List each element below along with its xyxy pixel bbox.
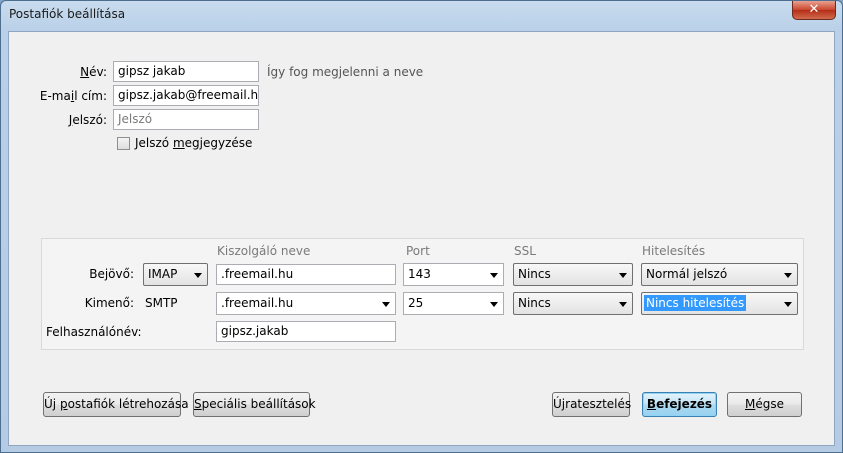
new-account-button[interactable]: Új postafiók létrehozása bbox=[43, 392, 189, 417]
title-bar[interactable]: Postafiók beállítása ✕ bbox=[1, 1, 842, 31]
account-setup-dialog: Postafiók beállítása ✕ Név: gipsz jakab … bbox=[0, 0, 843, 453]
password-label: Jelszó: bbox=[19, 113, 107, 127]
incoming-label: Bejövő: bbox=[89, 267, 134, 281]
new-account-label-pre: Új bbox=[44, 397, 60, 411]
done-label-post: efejezés bbox=[656, 397, 713, 411]
name-label-accel: N bbox=[80, 65, 90, 79]
outgoing-ssl-value: Nincs bbox=[518, 296, 551, 310]
incoming-ssl-value: Nincs bbox=[518, 267, 551, 281]
close-icon: ✕ bbox=[808, 2, 820, 17]
done-button[interactable]: Befejezés bbox=[642, 392, 717, 417]
outgoing-hostname-value: .freemail.hu bbox=[221, 296, 294, 310]
chevron-down-icon bbox=[382, 302, 390, 307]
cancel-label-post: égse bbox=[755, 397, 784, 411]
port-header: Port bbox=[406, 244, 430, 258]
done-label-accel: B bbox=[646, 397, 657, 411]
name-label: Név: bbox=[19, 65, 107, 79]
retest-label-post: ratesztelés bbox=[565, 397, 632, 411]
new-account-label-accel: p bbox=[59, 397, 68, 411]
incoming-protocol-select[interactable]: IMAP bbox=[143, 263, 208, 286]
outgoing-protocol-text: SMTP bbox=[145, 296, 178, 310]
retest-button[interactable]: Újratesztelés bbox=[552, 392, 632, 417]
window-title: Postafiók beállítása bbox=[9, 7, 126, 21]
advanced-label-post: peciális beállítások bbox=[201, 397, 316, 411]
advanced-label-accel: S bbox=[194, 397, 202, 411]
cancel-button[interactable]: Mégse bbox=[727, 392, 802, 417]
outgoing-label: Kimenő: bbox=[84, 296, 134, 310]
outgoing-port-combo[interactable]: 25 bbox=[403, 292, 504, 315]
incoming-auth-select[interactable]: Normál jelszó bbox=[641, 263, 798, 286]
email-label-pre: E-ma bbox=[39, 89, 71, 103]
name-input[interactable]: gipsz jakab bbox=[113, 61, 259, 82]
chevron-down-icon bbox=[619, 302, 627, 307]
new-account-label-post: ostafiók létrehozása bbox=[67, 397, 189, 411]
outgoing-auth-select[interactable]: Nincs hitelesítés bbox=[641, 292, 798, 315]
cancel-label-accel: M bbox=[745, 397, 756, 411]
password-input[interactable]: Jelszó bbox=[113, 109, 259, 130]
remember-password-label[interactable]: Jelszó megjegyzése bbox=[135, 136, 252, 150]
outgoing-port-value: 25 bbox=[408, 296, 424, 310]
outgoing-auth-value: Nincs hitelesítés bbox=[644, 295, 747, 311]
advanced-settings-button[interactable]: Speciális beállítások bbox=[193, 392, 316, 417]
incoming-auth-value: Normál jelszó bbox=[646, 267, 728, 281]
outgoing-ssl-select[interactable]: Nincs bbox=[513, 292, 633, 315]
name-hint: Így fog megjelenni a neve bbox=[267, 65, 424, 79]
remember-label-post: egjegyzése bbox=[184, 136, 253, 150]
email-input[interactable]: gipsz.jakab@freemail.hu bbox=[113, 85, 259, 106]
remember-label-pre: Jelszó bbox=[135, 136, 173, 150]
chevron-down-icon bbox=[490, 302, 498, 307]
chevron-down-icon bbox=[784, 302, 792, 307]
incoming-ssl-select[interactable]: Nincs bbox=[513, 263, 633, 286]
incoming-port-value: 143 bbox=[408, 267, 431, 281]
email-label-post: l cím: bbox=[74, 89, 107, 103]
remember-label-accel: m bbox=[172, 136, 185, 150]
incoming-port-combo[interactable]: 143 bbox=[403, 263, 504, 286]
server-settings-panel: Kiszolgáló neve Port SSL Hitelesítés Bej… bbox=[41, 238, 804, 350]
chevron-down-icon bbox=[619, 273, 627, 278]
close-button[interactable]: ✕ bbox=[792, 1, 836, 20]
email-label: E-mail cím: bbox=[19, 89, 107, 103]
chevron-down-icon bbox=[784, 273, 792, 278]
incoming-hostname-input[interactable]: .freemail.hu bbox=[216, 264, 396, 285]
remember-password-checkbox[interactable] bbox=[117, 137, 130, 150]
auth-header: Hitelesítés bbox=[642, 244, 706, 258]
chevron-down-icon bbox=[194, 273, 202, 278]
username-input[interactable]: gipsz.jakab bbox=[216, 321, 396, 342]
chevron-down-icon bbox=[490, 273, 498, 278]
incoming-protocol-value: IMAP bbox=[148, 267, 178, 281]
password-label-post: elszó: bbox=[72, 113, 107, 127]
username-label: Felhasználónév: bbox=[46, 325, 142, 339]
dialog-body: Név: gipsz jakab Így fog megjelenni a ne… bbox=[8, 31, 835, 446]
outgoing-hostname-combo[interactable]: .freemail.hu bbox=[216, 292, 396, 315]
ssl-header: SSL bbox=[514, 244, 536, 258]
hostname-header: Kiszolgáló neve bbox=[217, 244, 311, 258]
retest-label-pre: Ú bbox=[553, 397, 562, 411]
name-label-post: év: bbox=[89, 65, 107, 79]
